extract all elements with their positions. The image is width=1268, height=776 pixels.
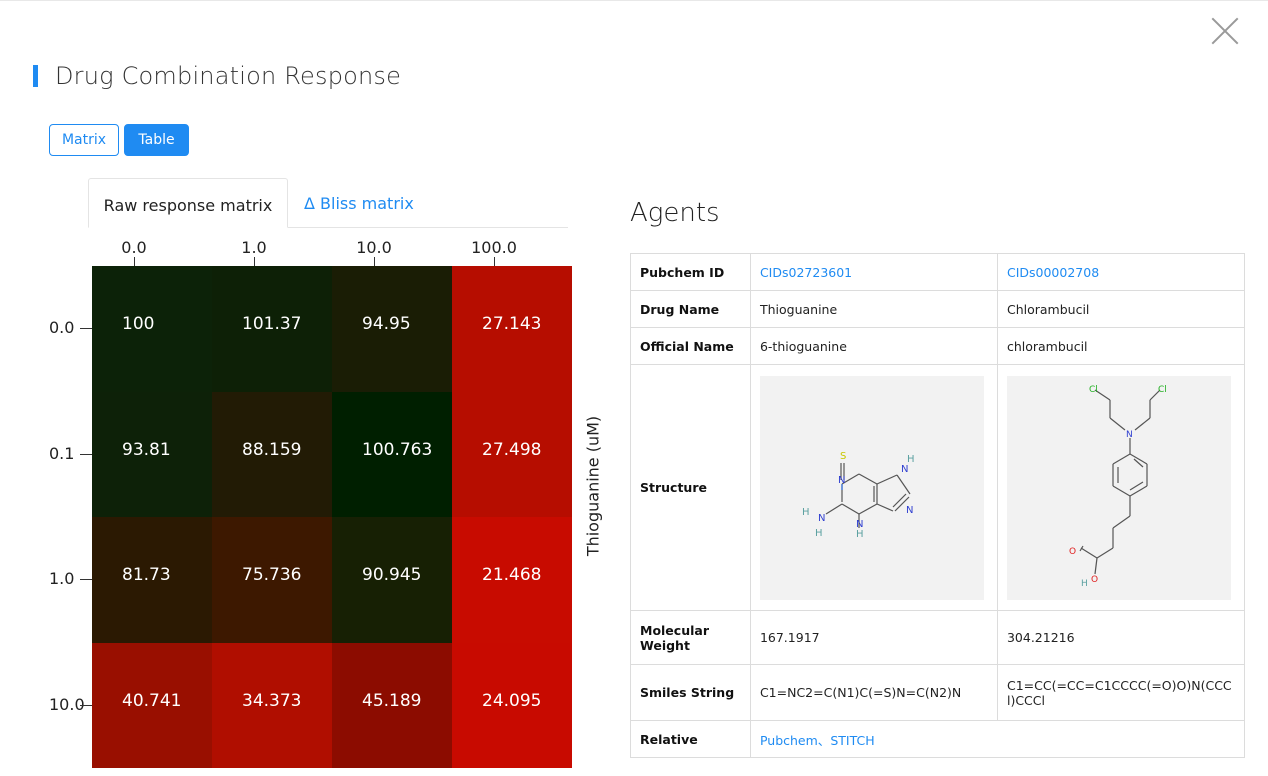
stitch-link[interactable]: STITCH [830, 733, 874, 748]
title-accent-bar [33, 65, 38, 87]
thioguanine-structure-image: S N N H N N H N H H [759, 375, 984, 600]
tab-bliss-matrix[interactable]: Δ Bliss matrix [304, 178, 444, 228]
heatmap-cell: 93.81 [92, 391, 212, 517]
y-tick [80, 328, 92, 329]
close-icon[interactable] [1210, 16, 1240, 46]
nitrogen-label: N [901, 464, 908, 475]
heatmap-cell: 88.159 [212, 391, 332, 517]
table-row-structure: Structure S N N H N N H N H H Cl Cl N O … [630, 364, 1246, 611]
row-label: Relative [630, 720, 751, 758]
pubchem-link-drug-a[interactable]: CIDs02723601 [760, 265, 852, 280]
table-row-smiles: Smiles String C1=NC2=C(N1)C(=S)N=C(N2)N … [630, 664, 1246, 721]
heatmap-cell: 27.498 [452, 391, 572, 517]
hydrogen-label: H [907, 454, 915, 465]
agents-heading: Agents [630, 198, 720, 228]
heatmap-cell: 100.763 [332, 391, 452, 517]
chlorine-label: Cl [1158, 385, 1167, 395]
row-label: Drug Name [630, 290, 751, 328]
x-tick [494, 257, 495, 266]
x-tick-label: 1.0 [241, 238, 267, 257]
heatmap-cell: 21.468 [452, 517, 572, 643]
heatmap-cell: 100 [92, 266, 212, 392]
nitrogen-label: N [906, 505, 913, 516]
heatmap-cell: 40.741 [92, 642, 212, 768]
table-row-molecular-weight: Molecular Weight 167.1917 304.21216 [630, 610, 1246, 665]
top-divider [0, 0, 1268, 1]
drug-a-smiles: C1=NC2=C(N1)C(=S)N=C(N2)N [749, 664, 998, 721]
heatmap-cell: 81.73 [92, 517, 212, 643]
sulfur-label: S [840, 451, 846, 462]
table-view-button[interactable]: Table [124, 124, 189, 156]
heatmap-grid: 100 101.37 94.95 27.143 93.81 88.159 100.763 27… [92, 266, 572, 768]
link-separator: 、 [817, 732, 831, 748]
row-label: Official Name [630, 327, 751, 365]
table-row-official-name: Official Name 6-thioguanine chlorambucil [630, 327, 1246, 365]
heatmap-cell: 45.189 [332, 642, 452, 768]
heatmap-cell: 34.373 [212, 642, 332, 768]
chlorine-label: Cl [1089, 385, 1098, 395]
drug-b-molecular-weight: 304.21216 [996, 610, 1246, 665]
agents-table: Pubchem ID CIDs02723601 CIDs00002708 Dru… [630, 253, 1246, 758]
heatmap-cell: 94.95 [332, 266, 452, 392]
heatmap-cell: 75.736 [212, 517, 332, 643]
table-row-pubchem-id: Pubchem ID CIDs02723601 CIDs00002708 [630, 253, 1246, 291]
heatmap-cell: 24.095 [452, 642, 572, 768]
pubchem-link[interactable]: Pubchem [760, 733, 818, 748]
page-title: Drug Combination Response [55, 62, 402, 90]
nitrogen-label: N [1126, 430, 1133, 440]
heatmap-cell: 27.143 [452, 266, 572, 392]
y-tick-label: 1.0 [49, 569, 75, 588]
pubchem-link-drug-b[interactable]: CIDs00002708 [1007, 265, 1099, 280]
y-tick [80, 704, 92, 706]
x-tick [134, 257, 135, 266]
matrix-view-button[interactable]: Matrix [49, 124, 119, 156]
hydrogen-label: H [856, 529, 864, 540]
drug-b-smiles: C1=CC(=CC=C1CCCC(=O)O)N(CCCl)CCCl [996, 664, 1246, 721]
matrix-tabs: Raw response matrix Δ Bliss matrix [88, 178, 568, 228]
row-label: Smiles String [630, 664, 751, 721]
table-row-relative: Relative Pubchem、STITCH [630, 720, 1246, 758]
x-tick-label: 100.0 [471, 238, 517, 257]
drug-a-name: Thioguanine [749, 290, 998, 328]
drug-b-official-name: chlorambucil [996, 327, 1246, 365]
y-tick [80, 453, 92, 455]
table-row-drug-name: Drug Name Thioguanine Chlorambucil [630, 290, 1246, 328]
chlorambucil-structure-image: Cl Cl N O O H [1006, 375, 1231, 600]
row-label: Molecular Weight [630, 610, 751, 665]
heatmap-cell: 101.37 [212, 266, 332, 392]
x-tick-label: 10.0 [356, 238, 392, 257]
hydrogen-label: H [815, 528, 823, 539]
oxygen-label: O [1069, 547, 1076, 557]
row-label: Structure [630, 364, 751, 611]
nitrogen-label: N [818, 513, 825, 524]
y-tick-label: 0.0 [49, 318, 75, 337]
y-tick [80, 579, 92, 580]
nitrogen-label: N [838, 475, 845, 486]
drug-a-molecular-weight: 167.1917 [749, 610, 998, 665]
drug-a-official-name: 6-thioguanine [749, 327, 998, 365]
hydrogen-label: H [1081, 579, 1088, 589]
tab-raw-response-matrix[interactable]: Raw response matrix [88, 178, 288, 228]
heatmap-y-axis-title: Thioguanine (uM) [583, 415, 603, 557]
row-label: Pubchem ID [630, 253, 751, 291]
x-tick [254, 257, 255, 266]
hydrogen-label: H [802, 507, 810, 518]
drug-b-name: Chlorambucil [996, 290, 1246, 328]
x-tick-label: 0.0 [121, 238, 147, 257]
heatmap-cell: 90.945 [332, 517, 452, 643]
oxygen-label: O [1091, 575, 1098, 585]
y-tick-label: 0.1 [49, 443, 75, 463]
x-tick [374, 257, 375, 266]
